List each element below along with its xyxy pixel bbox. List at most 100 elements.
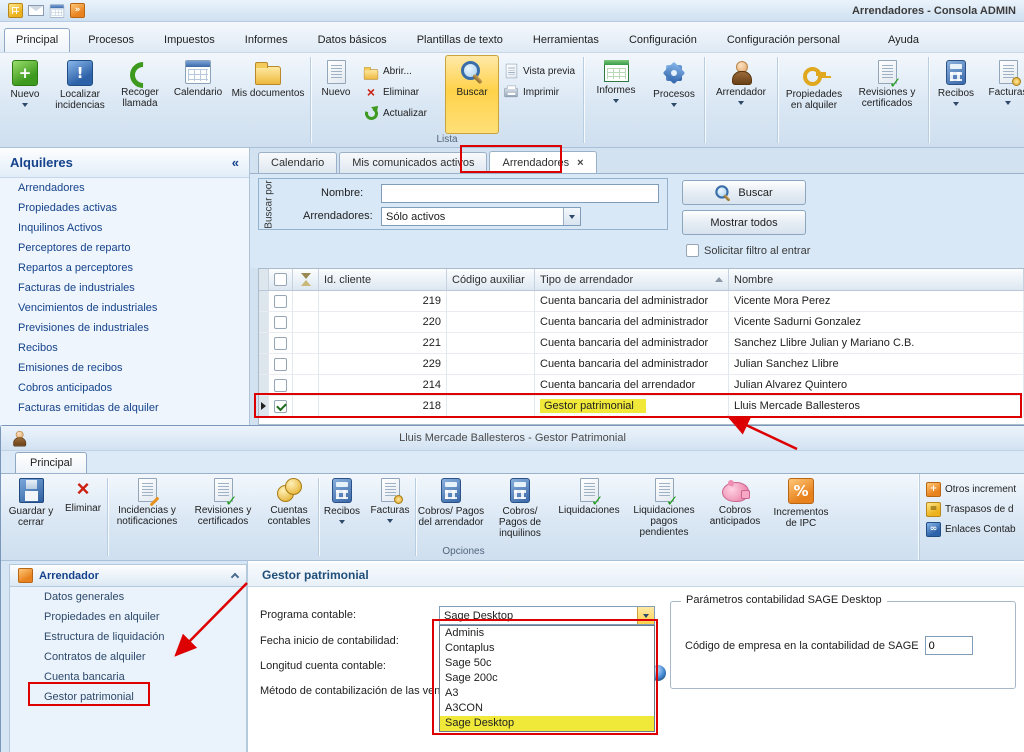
nav-item-propiedades-alquiler[interactable]: Propiedades en alquiler (10, 607, 246, 627)
header-tipo-arrendador[interactable]: Tipo de arrendador (535, 269, 729, 291)
menu-tab-configuracion-personal[interactable]: Configuración personal (715, 28, 852, 52)
header-nombre[interactable]: Nombre (729, 269, 1024, 291)
menu-tab-configuracion[interactable]: Configuración (617, 28, 709, 52)
table-row-selected[interactable]: 218 Gestor patrimonial Lluis Mercade Bal… (259, 396, 1024, 417)
sidebar-item-arrendadores[interactable]: Arrendadores (0, 178, 249, 198)
option-a3[interactable]: A3 (440, 686, 654, 701)
hourglass-column-header[interactable] (293, 269, 319, 291)
menu-tab-principal[interactable]: Principal (4, 28, 70, 52)
nombre-input[interactable] (381, 184, 659, 203)
menu-tab-informes[interactable]: Informes (233, 28, 300, 52)
dlg-button-traspasos[interactable]: = Traspasos de d (926, 502, 1022, 517)
menu-tab-datos-basicos[interactable]: Datos básicos (306, 28, 399, 52)
ribbon-button-actualizar[interactable]: Actualizar (363, 105, 441, 121)
option-sage-50c[interactable]: Sage 50c (440, 656, 654, 671)
row-checkbox[interactable] (269, 291, 293, 312)
combo-arrow-button[interactable] (563, 208, 580, 225)
menu-tab-ayuda[interactable]: Ayuda (876, 28, 931, 52)
sidebar-item-emisiones-recibos[interactable]: Emisiones de recibos (0, 358, 249, 378)
option-adminis[interactable]: Adminis (440, 626, 654, 641)
buscar-button[interactable]: Buscar (682, 180, 806, 205)
ribbon-button-informes[interactable]: Informes (586, 55, 646, 134)
dlg-button-enlaces-contables[interactable]: ∞ Enlaces Contab (926, 522, 1022, 537)
app-icon[interactable] (8, 3, 23, 18)
ribbon-button-nuevo[interactable]: + Nuevo (2, 55, 48, 134)
menu-tab-plantillas[interactable]: Plantillas de texto (405, 28, 515, 52)
nav-item-contratos-alquiler[interactable]: Contratos de alquiler (10, 647, 246, 667)
option-sage-desktop[interactable]: Sage Desktop (440, 716, 654, 731)
ribbon-button-procesos[interactable]: Procesos (646, 55, 702, 134)
sidebar-item-perceptores-reparto[interactable]: Perceptores de reparto (0, 238, 249, 258)
mail-icon[interactable] (28, 5, 44, 16)
codigo-empresa-input[interactable] (925, 636, 973, 655)
signal-icon[interactable]: » (70, 3, 85, 18)
combo-arrow-button[interactable] (637, 607, 654, 624)
close-icon[interactable]: × (577, 157, 583, 169)
table-row[interactable]: 220 Cuenta bancaria del administrador Vi… (259, 312, 1024, 333)
sidebar-item-facturas-industriales[interactable]: Facturas de industriales (0, 278, 249, 298)
arrendadores-select[interactable]: Sólo activos (381, 207, 581, 226)
row-checkbox[interactable] (269, 354, 293, 375)
ribbon-button-eliminar[interactable]: × Eliminar (363, 84, 441, 100)
ribbon-button-vista-previa[interactable]: Vista previa (503, 63, 577, 79)
sidebar-item-previsiones-industriales[interactable]: Previsiones de industriales (0, 318, 249, 338)
ribbon-button-nuevo-lista[interactable]: Nuevo (313, 55, 359, 134)
ribbon-button-imprimir[interactable]: Imprimir (503, 84, 577, 100)
calendar-edit-icon[interactable] (49, 3, 65, 19)
select-all-checkbox[interactable] (269, 269, 293, 291)
ribbon-button-facturas[interactable]: Facturas (981, 55, 1024, 134)
checkbox-icon[interactable] (686, 244, 699, 257)
invoice-icon (381, 478, 400, 502)
option-a3con[interactable]: A3CON (440, 701, 654, 716)
nav-item-cuenta-bancaria[interactable]: Cuenta bancaria (10, 667, 246, 687)
table-row[interactable]: 229 Cuenta bancaria del administrador Ju… (259, 354, 1024, 375)
menu-tab-procesos[interactable]: Procesos (76, 28, 146, 52)
ribbon-button-recibos[interactable]: Recibos (931, 55, 981, 134)
doc-tab-mis-comunicados[interactable]: Mis comunicados activos (339, 152, 487, 174)
header-codigo-auxiliar[interactable]: Código auxiliar (447, 269, 535, 291)
sidebar-header[interactable]: Alquileres « (0, 148, 249, 178)
header-id-cliente[interactable]: Id. cliente (319, 269, 447, 291)
sidebar-item-vencimientos-industriales[interactable]: Vencimientos de industriales (0, 298, 249, 318)
table-row[interactable]: 214 Cuenta bancaria del arrendador Julia… (259, 375, 1024, 396)
sidebar-item-recibos[interactable]: Recibos (0, 338, 249, 358)
ribbon-button-revisiones-certificados[interactable]: ✓ Revisiones y certificados (848, 55, 926, 134)
dlg-button-otros-incrementos[interactable]: + Otros increment (926, 482, 1022, 497)
ribbon-button-buscar[interactable]: Buscar (445, 55, 499, 134)
row-checkbox[interactable] (269, 312, 293, 333)
dialog-side-buttons: + Otros increment = Traspasos de d ∞ Enl… (919, 474, 1022, 560)
menu-tab-herramientas[interactable]: Herramientas (521, 28, 611, 52)
sidebar-item-repartos-perceptores[interactable]: Repartos a perceptores (0, 258, 249, 278)
nav-header-arrendador[interactable]: Arrendador (10, 565, 246, 587)
doc-tab-arrendadores[interactable]: Arrendadores × (489, 151, 596, 174)
solicitar-filtro-checkbox[interactable]: Solicitar filtro al entrar (686, 244, 810, 257)
programa-contable-select[interactable]: Sage Desktop (439, 606, 655, 625)
doc-tab-calendario[interactable]: Calendario (258, 152, 337, 174)
row-checkbox[interactable] (269, 333, 293, 354)
menu-tab-impuestos[interactable]: Impuestos (152, 28, 227, 52)
mostrar-todos-button[interactable]: Mostrar todos (682, 210, 806, 235)
collapse-up-icon[interactable] (231, 573, 239, 581)
table-row[interactable]: 221 Cuenta bancaria del administrador Sa… (259, 333, 1024, 354)
nav-item-gestor-patrimonial[interactable]: Gestor patrimonial (10, 687, 246, 707)
option-sage-200c[interactable]: Sage 200c (440, 671, 654, 686)
ribbon-button-propiedades-en-alquiler[interactable]: Propiedades en alquiler (780, 55, 848, 134)
sidebar-item-inquilinos-activos[interactable]: Inquilinos Activos (0, 218, 249, 238)
ribbon-button-calendario[interactable]: Calendario (168, 55, 228, 134)
option-contaplus[interactable]: Contaplus (440, 641, 654, 656)
row-checkbox[interactable] (269, 396, 293, 417)
nav-item-estructura-liquidacion[interactable]: Estructura de liquidación (10, 627, 246, 647)
ribbon-button-localizar-incidencias[interactable]: ! Localizar incidencias (48, 55, 112, 134)
sidebar-item-cobros-anticipados[interactable]: Cobros anticipados (0, 378, 249, 398)
nav-item-datos-generales[interactable]: Datos generales (10, 587, 246, 607)
sidebar-item-propiedades-activas[interactable]: Propiedades activas (0, 198, 249, 218)
dialog-tab-principal[interactable]: Principal (15, 452, 87, 473)
collapse-icon[interactable]: « (232, 155, 239, 170)
ribbon-button-arrendador[interactable]: Arrendador (707, 55, 775, 134)
table-row[interactable]: 219 Cuenta bancaria del administrador Vi… (259, 291, 1024, 312)
row-checkbox[interactable] (269, 375, 293, 396)
ribbon-button-mis-documentos[interactable]: Mis documentos (228, 55, 308, 134)
ribbon-button-abrir[interactable]: Abrir... (363, 63, 441, 79)
sidebar-item-facturas-emitidas[interactable]: Facturas emitidas de alquiler (0, 398, 249, 418)
ribbon-button-recoger-llamada[interactable]: Recoger llamada (112, 55, 168, 134)
